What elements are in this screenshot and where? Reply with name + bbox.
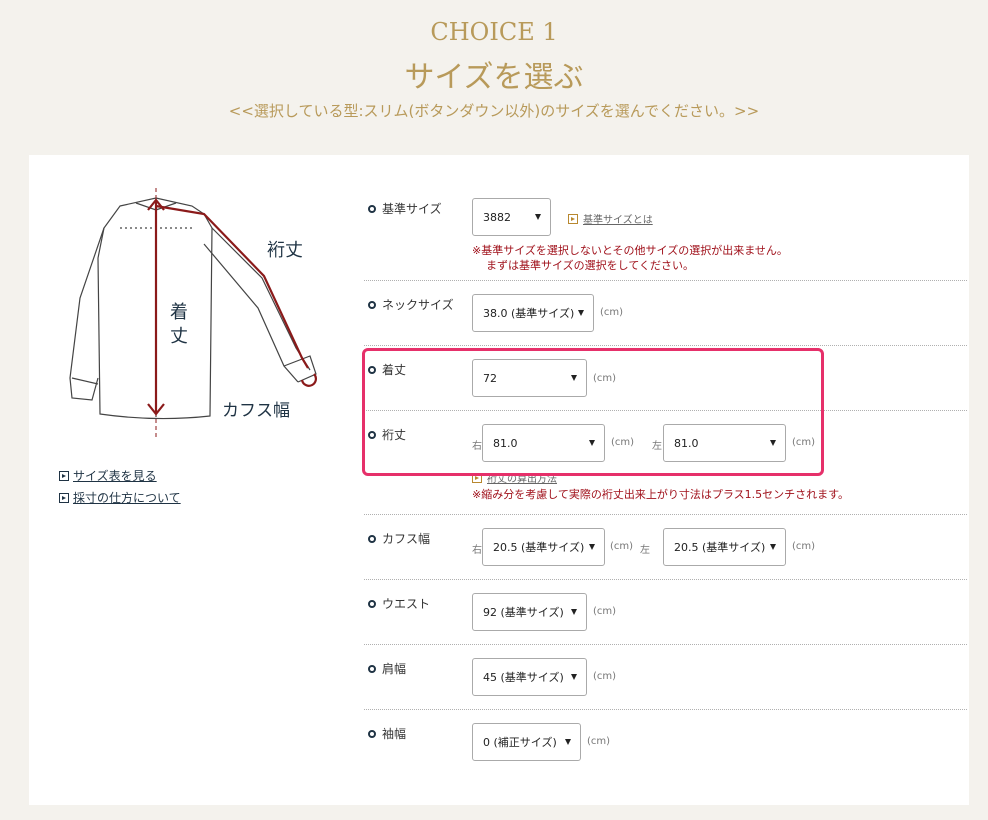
unit-label: (cm)	[593, 671, 617, 682]
dropdown-arrow-icon	[535, 214, 541, 220]
divider	[364, 579, 967, 580]
dropdown-arrow-icon	[578, 310, 584, 316]
body-length-label-1: 着	[170, 302, 188, 323]
sleeve-width-row-label: 袖幅	[368, 725, 406, 742]
base-size-note-2: まずは基準サイズの選択をしてください。	[486, 259, 695, 272]
left-side-label: 左	[640, 545, 650, 556]
neck-size-select[interactable]: 38.0 (基準サイズ)	[472, 294, 594, 332]
dropdown-arrow-icon	[565, 739, 571, 745]
shoulder-row-label: 肩幅	[368, 660, 406, 677]
highlight-box	[362, 348, 824, 476]
cuff-width-row-label: カフス幅	[368, 530, 430, 547]
divider	[364, 709, 967, 710]
base-size-label: 基準サイズ	[368, 200, 442, 217]
arrow-box-icon	[59, 470, 69, 481]
waist-select[interactable]: 92 (基準サイズ)	[472, 593, 587, 631]
bullet-icon	[368, 534, 376, 543]
sleeve-length-label: 裄丈	[267, 240, 303, 261]
cuff-width-label: カフス幅	[222, 401, 290, 421]
base-size-select[interactable]: 3882	[472, 198, 551, 236]
measure-guide-link[interactable]: 採寸の仕方について	[59, 489, 181, 506]
right-side-label: 右	[472, 545, 482, 556]
waist-row-label: ウエスト	[368, 595, 430, 612]
bullet-icon	[368, 599, 376, 608]
arrow-box-icon	[568, 213, 578, 224]
neck-size-label: ネックサイズ	[368, 296, 454, 313]
bullet-icon	[368, 664, 376, 673]
divider	[364, 345, 967, 346]
choice-heading: CHOICE 1	[430, 18, 558, 46]
cuff-left-select[interactable]: 20.5 (基準サイズ)	[663, 528, 786, 566]
divider	[364, 644, 967, 645]
page-title: サイズを選ぶ	[404, 60, 584, 95]
unit-label: (cm)	[587, 736, 611, 747]
divider	[364, 280, 967, 281]
page-subtitle: <<選択している型:スリム(ボタンダウン以外)のサイズを選んでください。>>	[228, 102, 760, 120]
shoulder-select[interactable]: 45 (基準サイズ)	[472, 658, 587, 696]
bullet-icon	[368, 204, 376, 213]
arrow-box-icon	[59, 492, 69, 503]
base-size-info-link[interactable]: 基準サイズとは	[568, 211, 653, 226]
sleeve-width-select[interactable]: 0 (補正サイズ)	[472, 723, 581, 761]
bullet-icon	[368, 729, 376, 738]
divider	[364, 514, 967, 515]
dropdown-arrow-icon	[589, 544, 595, 550]
unit-label: (cm)	[600, 307, 624, 318]
dropdown-arrow-icon	[571, 674, 577, 680]
dropdown-arrow-icon	[571, 609, 577, 615]
unit-label: (cm)	[593, 606, 617, 617]
unit-label: (cm)	[610, 541, 634, 552]
body-length-label-2: 丈	[170, 326, 188, 347]
cuff-right-select[interactable]: 20.5 (基準サイズ)	[482, 528, 605, 566]
base-size-note-1: ※基準サイズを選択しないとその他サイズの選択が出来ません。	[472, 244, 788, 257]
unit-label: (cm)	[792, 541, 816, 552]
sleeve-note: ※縮み分を考慮して実際の裄丈出来上がり寸法はプラス1.5センチされます。	[472, 488, 850, 501]
bullet-icon	[368, 300, 376, 309]
size-chart-link[interactable]: サイズ表を見る	[59, 467, 157, 484]
dropdown-arrow-icon	[770, 544, 776, 550]
